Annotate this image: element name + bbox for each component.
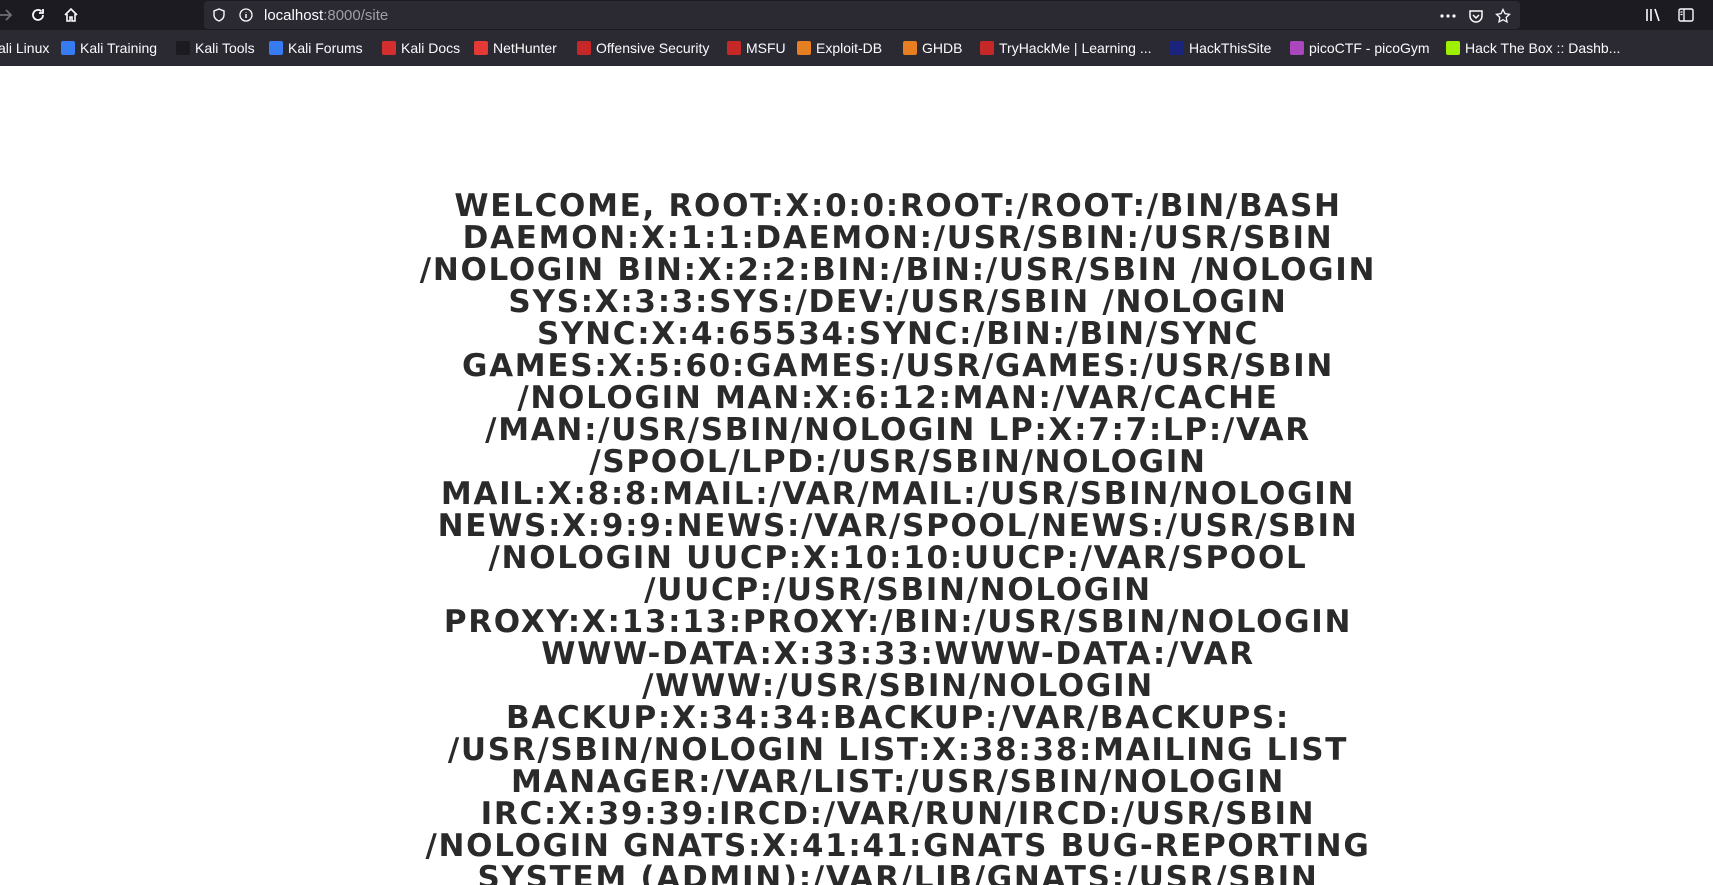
- bookmark-item[interactable]: Kali Tools: [176, 39, 255, 57]
- bookmark-favicon-icon: [727, 41, 741, 55]
- bookmark-item[interactable]: Kali Training: [61, 39, 157, 57]
- bookmark-item[interactable]: Kali Docs: [382, 39, 460, 57]
- bookmark-item[interactable]: TryHackMe | Learning ...: [980, 39, 1152, 57]
- bookmark-favicon-icon: [176, 41, 190, 55]
- bookmark-favicon-icon: [1290, 41, 1304, 55]
- more-actions-icon[interactable]: [1438, 6, 1458, 26]
- bookmark-item[interactable]: ali Linux: [0, 39, 49, 57]
- bookmark-label: Offensive Security: [596, 40, 710, 56]
- welcome-heading: WELCOME, ROOT:X:0:0:ROOT:/ROOT:/BIN/BASH…: [419, 188, 1377, 885]
- reload-icon[interactable]: [26, 3, 50, 27]
- bookmark-item[interactable]: Kali Forums: [269, 39, 363, 57]
- bookmark-favicon-icon: [61, 41, 75, 55]
- bookmark-item[interactable]: Offensive Security: [577, 39, 709, 57]
- bookmark-favicon-icon: [269, 41, 283, 55]
- bookmark-item[interactable]: HackThisSite: [1170, 39, 1271, 57]
- browser-chrome: localhost:8000/site ali Linux Kali Traini…: [0, 0, 1713, 66]
- home-icon[interactable]: [59, 3, 83, 27]
- bookmark-favicon-icon: [577, 41, 591, 55]
- bookmark-favicon-icon: [1446, 41, 1460, 55]
- pocket-icon[interactable]: [1466, 6, 1486, 26]
- bookmark-favicon-icon: [382, 41, 396, 55]
- navigation-toolbar: localhost:8000/site: [0, 0, 1713, 30]
- bookmark-item[interactable]: Exploit-DB: [797, 39, 882, 57]
- url-bar[interactable]: localhost:8000/site: [204, 1, 1520, 29]
- bookmark-favicon-icon: [980, 41, 994, 55]
- bookmark-label: TryHackMe | Learning ...: [999, 40, 1152, 56]
- bookmark-item[interactable]: NetHunter: [474, 39, 557, 57]
- shield-icon[interactable]: [211, 7, 227, 23]
- bookmark-label: NetHunter: [493, 40, 557, 56]
- sidebar-icon[interactable]: [1676, 5, 1696, 25]
- bookmark-label: MSFU: [746, 40, 786, 56]
- bookmark-label: Kali Tools: [195, 40, 255, 56]
- url-path: :8000/site: [323, 7, 389, 24]
- bookmark-item[interactable]: picoCTF - picoGym: [1290, 39, 1430, 57]
- bookmark-label: picoCTF - picoGym: [1309, 40, 1430, 56]
- bookmarks-toolbar: ali Linux Kali Training Kali Tools Kali For…: [0, 33, 1713, 63]
- url-host: localhost: [264, 7, 324, 24]
- bookmark-label: Exploit-DB: [816, 40, 883, 56]
- bookmark-label: ali Linux: [0, 40, 50, 56]
- bookmark-item[interactable]: MSFU: [727, 39, 786, 57]
- bookmark-label: Kali Forums: [288, 40, 363, 56]
- bookmark-item[interactable]: GHDB: [903, 39, 962, 57]
- bookmark-label: GHDB: [922, 40, 963, 56]
- bookmark-favicon-icon: [903, 41, 917, 55]
- page-content: WELCOME, ROOT:X:0:0:ROOT:/ROOT:/BIN/BASH…: [0, 66, 1713, 885]
- library-icon[interactable]: [1644, 5, 1664, 25]
- bookmark-label: HackThisSite: [1189, 40, 1272, 56]
- bookmark-item[interactable]: Hack The Box :: Dashb...: [1446, 39, 1620, 57]
- bookmark-favicon-icon: [1170, 41, 1184, 55]
- info-icon[interactable]: [238, 7, 254, 23]
- bookmark-label: Kali Training: [80, 40, 158, 56]
- bookmark-favicon-icon: [797, 41, 811, 55]
- bookmark-star-icon[interactable]: [1493, 6, 1513, 26]
- bookmark-favicon-icon: [474, 41, 488, 55]
- bookmark-label: Kali Docs: [401, 40, 461, 56]
- bookmark-label: Hack The Box :: Dashb...: [1465, 40, 1621, 56]
- url-text[interactable]: localhost:8000/site: [264, 7, 388, 24]
- forward-arrow-icon[interactable]: [0, 3, 18, 27]
